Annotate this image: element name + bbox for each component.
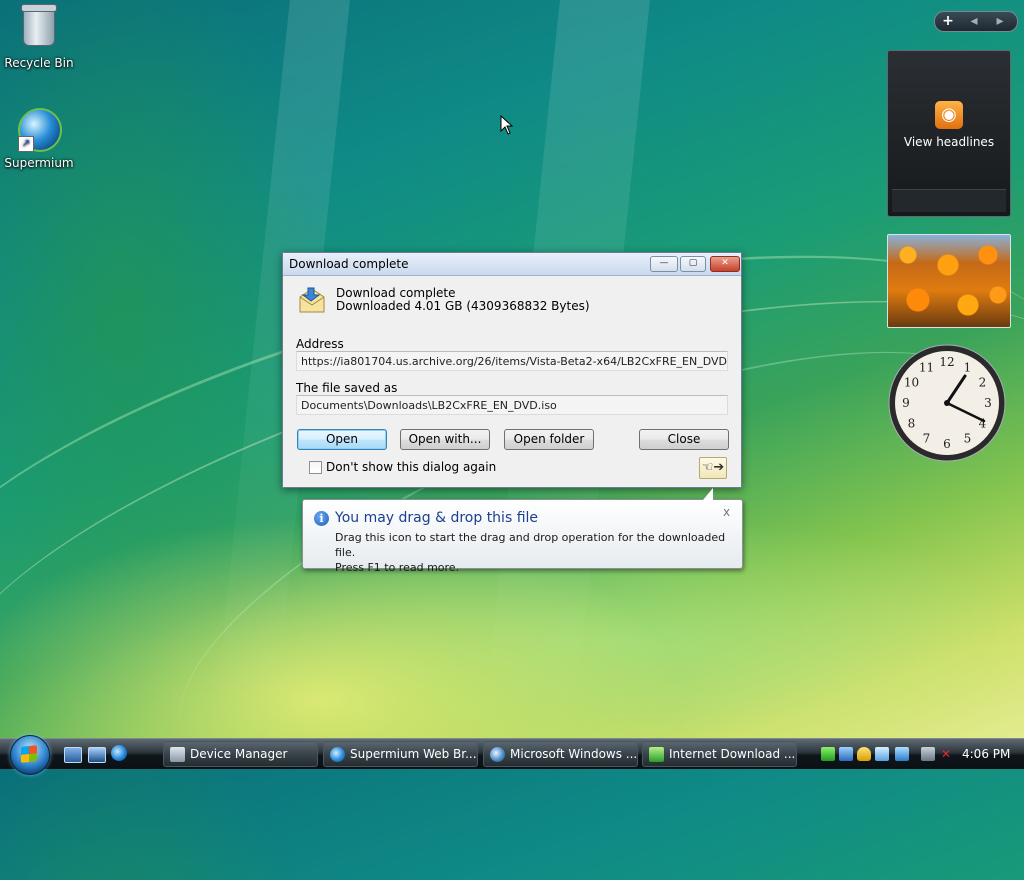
balloon-tail <box>703 488 713 500</box>
rss-icon: ◉ <box>935 101 963 129</box>
clock-numeral: 2 <box>979 376 987 390</box>
status-detail: Downloaded 4.01 GB (4309368832 Bytes) <box>336 299 590 313</box>
start-button[interactable] <box>10 735 50 775</box>
dont-show-again-label[interactable]: Don't show this dialog again <box>326 460 496 474</box>
open-button[interactable]: Open <box>297 429 387 450</box>
desktop-icon-recycle-bin[interactable]: Recycle Bin <box>4 4 74 70</box>
open-folder-button[interactable]: Open folder <box>504 429 594 450</box>
taskbar: Device Manager Supermium Web Br... Micro… <box>0 735 1024 775</box>
display-icon[interactable] <box>921 747 935 761</box>
maximize-button[interactable]: ▢ <box>680 256 706 272</box>
taskbar-button-label: Internet Download ... <box>669 747 796 761</box>
taskbar-button-supermium[interactable]: Supermium Web Br... <box>323 741 478 767</box>
supermium-icon <box>330 747 345 762</box>
balloon-close-button[interactable]: x <box>723 505 730 519</box>
clock-numeral: 9 <box>902 396 910 410</box>
clock-numeral: 7 <box>923 432 931 446</box>
balloon-line-1: Drag this icon to start the drag and dro… <box>335 531 726 559</box>
drag-drop-tooltip-balloon: i You may drag & drop this file Drag thi… <box>302 488 743 574</box>
sidebar-controls: + ◂ ▸ <box>934 11 1018 32</box>
dont-show-again-checkbox[interactable] <box>309 461 322 474</box>
clock-numeral: 1 <box>964 361 972 375</box>
taskbar-button-label: Supermium Web Br... <box>350 747 477 761</box>
security-shield-icon[interactable] <box>857 747 871 761</box>
add-gadget-button[interactable]: + <box>935 12 961 30</box>
address-label: Address <box>296 337 344 351</box>
browser-quicklaunch-icon[interactable] <box>111 745 127 761</box>
device-manager-icon <box>170 747 185 762</box>
idm-tray-icon[interactable] <box>821 747 835 761</box>
recycle-bin-icon <box>18 4 60 52</box>
gadget-footer <box>892 189 1006 212</box>
updates-icon[interactable] <box>875 747 889 761</box>
clock-center <box>944 400 950 406</box>
clock-numeral: 8 <box>908 417 916 431</box>
info-icon: i <box>314 511 329 526</box>
clock-numeral: 10 <box>904 376 919 390</box>
dialog-titlebar[interactable]: Download complete — ▢ ✕ <box>283 253 741 276</box>
internet-download-manager-icon <box>649 747 664 762</box>
shortcut-arrow-icon: ↗ <box>18 136 34 152</box>
taskbar-button-device-manager[interactable]: Device Manager <box>163 741 318 767</box>
open-with-button[interactable]: Open with... <box>400 429 490 450</box>
network-icon[interactable] <box>895 747 909 761</box>
balloon-text: Drag this icon to start the drag and dro… <box>335 530 742 575</box>
download-complete-dialog: Download complete — ▢ ✕ Download complet… <box>282 252 742 488</box>
clock-numeral: 6 <box>943 437 951 451</box>
view-headlines-link[interactable]: View headlines <box>888 135 1010 149</box>
switch-windows-icon[interactable] <box>88 747 106 763</box>
clock-numeral: 12 <box>939 355 954 369</box>
saved-as-label: The file saved as <box>296 381 398 395</box>
clock-numeral: 5 <box>964 432 972 446</box>
clock-numeral: 3 <box>984 396 992 410</box>
drag-drop-handle-icon[interactable]: ☜➔ <box>699 457 727 479</box>
desktop-icon-supermium[interactable]: ↗ Supermium <box>4 108 74 170</box>
mouse-cursor-icon <box>500 115 514 135</box>
taskbar-button-internet-download[interactable]: Internet Download ... <box>642 741 797 767</box>
clock-gadget[interactable]: 12 1234567891011 <box>887 343 1007 463</box>
taskbar-button-microsoft-windows[interactable]: Microsoft Windows ... <box>483 741 638 767</box>
minimize-button[interactable]: — <box>650 256 678 272</box>
clock-numeral: 11 <box>919 361 934 375</box>
previous-page-button[interactable]: ◂ <box>961 12 987 30</box>
desktop-icon-label: Recycle Bin <box>4 56 74 70</box>
taskbar-button-label: Microsoft Windows ... <box>510 747 638 761</box>
close-button[interactable]: Close <box>639 429 729 450</box>
taskbar-button-label: Device Manager <box>190 747 288 761</box>
dialog-title: Download complete <box>289 257 409 271</box>
saved-as-field[interactable]: Documents\Downloads\LB2CxFRE_EN_DVD.iso <box>296 395 728 415</box>
address-field[interactable]: https://ia801704.us.archive.org/26/items… <box>296 351 728 371</box>
balloon-title: You may drag & drop this file <box>335 510 539 526</box>
slideshow-gadget[interactable] <box>887 234 1011 328</box>
taskbar-clock[interactable]: 4:06 PM <box>962 747 1010 761</box>
download-envelope-icon <box>299 287 325 313</box>
windows-installer-icon <box>490 747 505 762</box>
next-page-button[interactable]: ▸ <box>987 12 1013 30</box>
desktop-icon-label: Supermium <box>4 156 74 170</box>
show-desktop-icon[interactable] <box>64 747 82 763</box>
close-window-button[interactable]: ✕ <box>710 256 740 272</box>
supermium-browser-icon: ↗ <box>18 108 62 152</box>
feed-headlines-gadget[interactable]: ◉ View headlines <box>887 50 1011 217</box>
volume-muted-icon[interactable]: ✕ <box>939 747 953 761</box>
network-status-icon[interactable] <box>839 747 853 761</box>
status-heading: Download complete <box>336 286 456 300</box>
balloon-line-2: Press F1 to read more. <box>335 561 460 574</box>
